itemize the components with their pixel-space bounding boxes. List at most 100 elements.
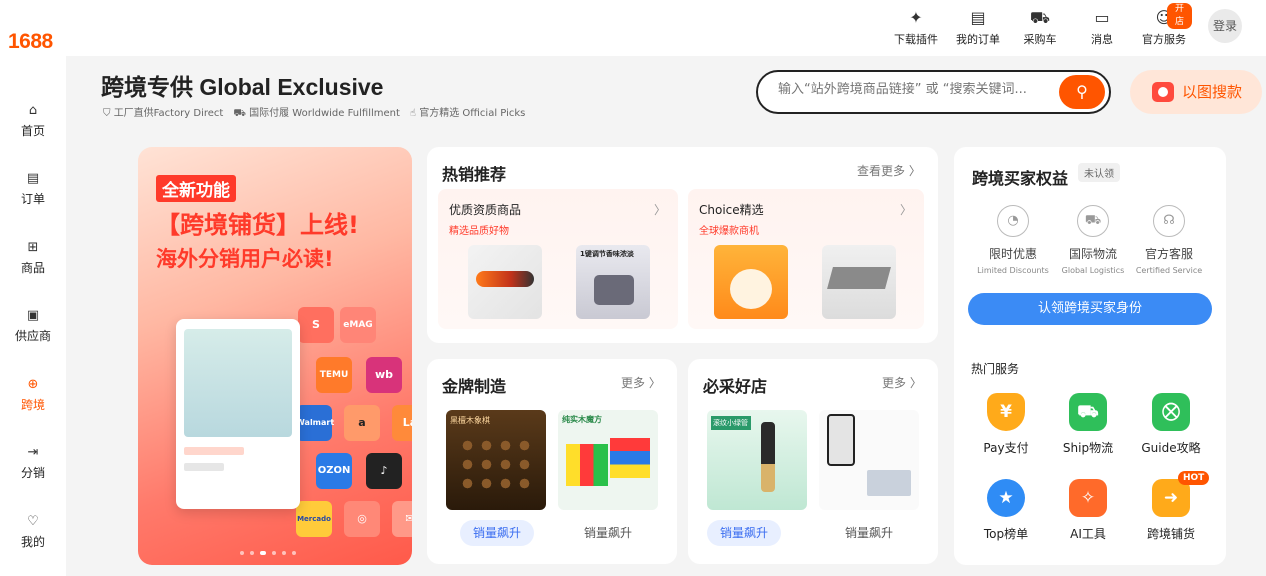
topbar-label: 消息 (1091, 33, 1113, 46)
sidebar-item-distribution[interactable]: ⇥ 分销 (0, 445, 66, 481)
service-pay[interactable]: ¥ Pay支付 (966, 393, 1046, 456)
carousel-dot[interactable] (282, 551, 286, 555)
site-logo[interactable]: 1688 (8, 30, 53, 54)
rubiks-cube-image[interactable]: 纯实木魔方 (558, 410, 658, 510)
sidebar-item-label: 跨境 (20, 398, 45, 412)
guide-cart-icon: ⛒ (1152, 393, 1190, 431)
headset-icon: ☊ (1153, 205, 1185, 237)
tag-label: 官方精选 Official Picks (419, 108, 526, 119)
profile-icon: ♡ (27, 514, 39, 529)
view-more-link[interactable]: 查看更多 〉 (857, 162, 921, 179)
shops-title: 必采好店 (703, 377, 768, 396)
benefit-service[interactable]: ☊ 官方客服 Certified Service (1127, 205, 1211, 275)
platform-logo-tile: ◎ (344, 501, 380, 537)
sunglasses-image[interactable] (468, 245, 542, 319)
cube-shape (566, 444, 608, 486)
sub-title: Choice精选 (699, 203, 764, 217)
search-input[interactable] (778, 82, 1048, 97)
banner-subheadline: 海外分销用户必读! (156, 247, 334, 271)
more-label: 更多 (882, 376, 907, 390)
walmart-logo-tile: Walmart (296, 405, 334, 441)
my-orders-button[interactable]: ▤ 我的订单 (950, 8, 1006, 47)
mercado-logo-tile: Mercado (296, 501, 332, 537)
carousel-dot[interactable] (250, 551, 254, 555)
topbar-label: 下载插件 (894, 33, 938, 46)
carousel-dot[interactable] (292, 551, 296, 555)
benefit-label: 限时优惠 (988, 247, 1037, 261)
sidebar-item-products[interactable]: ⊞ 商品 (0, 240, 66, 276)
choice-picks-card[interactable]: Choice精选 全球爆款商机 〉 (688, 189, 924, 329)
emag-logo-tile: eMAG (340, 307, 376, 343)
sidebar-item-orders[interactable]: ▤ 订单 (0, 171, 66, 207)
unclaimed-badge: 未认领 (1078, 163, 1120, 182)
wildberries-logo-tile: wb (366, 357, 402, 393)
chevron-right-icon: 〉 (900, 203, 913, 217)
topbar-label: 我的订单 (956, 33, 1000, 46)
topbar-label: 官方服务 (1142, 33, 1186, 46)
open-shop-badge[interactable]: 开店 (1167, 3, 1192, 29)
service-distribution[interactable]: ➜ HOT 跨境铺货 (1131, 471, 1211, 542)
hot-services-title: 热门服务 (971, 362, 1020, 376)
yen-shield-icon: ¥ (987, 393, 1025, 431)
product-caption: 滚纹小绿管 (711, 416, 751, 430)
search-button[interactable]: ⚲ (1059, 75, 1105, 109)
grill-image[interactable] (822, 245, 896, 319)
sales-surge-badge[interactable]: 销量飙升 (832, 520, 906, 546)
service-guide[interactable]: ⛒ Guide攻略 (1131, 393, 1211, 456)
gold-title: 金牌制造 (442, 377, 507, 396)
sidebar-item-suppliers[interactable]: ▣ 供应商 (0, 308, 66, 344)
official-service-button[interactable]: ☺ 开店 官方服务 (1136, 3, 1192, 47)
grid-icon: ⊞ (27, 240, 39, 255)
claim-identity-button[interactable]: 认领跨境买家身份 (968, 293, 1212, 325)
tag-label: 工厂直供Factory Direct (113, 108, 224, 119)
camera-icon (1152, 82, 1174, 102)
ship-truck-icon: ⛟ (1069, 393, 1107, 431)
device-shape (594, 275, 634, 305)
sales-surge-badge[interactable]: 销量飙升 (460, 520, 534, 546)
tube-shape (761, 422, 775, 492)
sidebar-item-label: 商品 (20, 261, 45, 275)
factory-direct-tag: ⛉ 工厂直供Factory Direct (103, 108, 224, 119)
service-ship[interactable]: ⛟ Ship物流 (1048, 393, 1128, 456)
cart-button[interactable]: ⛟ 采购车 (1012, 8, 1068, 47)
plush-shape (730, 269, 772, 309)
sales-surge-badge[interactable]: 销量飙升 (707, 520, 781, 546)
carousel-dots[interactable] (240, 551, 296, 555)
benefit-discounts[interactable]: ◔ 限时优惠 Limited Discounts (971, 205, 1055, 275)
hot-recommend-panel: 热销推荐 查看更多 〉 优质资质商品 精选品质好物 〉 1键调节香味浓淡 Cho… (427, 147, 938, 343)
service-top[interactable]: ★ Top榜单 (966, 479, 1046, 542)
messages-button[interactable]: ▭ 消息 (1074, 8, 1130, 47)
platform-logo-tile: ✉ (392, 501, 412, 537)
topbar-label: 采购车 (1023, 33, 1057, 46)
sidebar-item-label: 供应商 (14, 329, 51, 343)
carousel-dot[interactable] (260, 551, 266, 555)
image-search-button[interactable]: 以图搜款 (1130, 70, 1262, 114)
skincare-tube-image[interactable]: 滚纹小绿管 (707, 410, 807, 510)
quality-products-card[interactable]: 优质资质商品 精选品质好物 〉 1键调节香味浓淡 (438, 189, 678, 329)
chevron-right-icon: 〉 (908, 164, 921, 178)
phone-holder-image[interactable] (819, 410, 919, 510)
sidebar-item-label: 分销 (20, 466, 45, 480)
more-label: 更多 (621, 376, 646, 390)
placeholder-line (184, 463, 224, 471)
laptop-shape (867, 470, 911, 496)
benefit-logistics[interactable]: ⛟ 国际物流 Global Logistics (1051, 205, 1135, 275)
login-button[interactable]: 登录 (1208, 9, 1242, 43)
chess-set-image[interactable]: 黑檀木象棋 (446, 410, 546, 510)
sidebar-item-crossborder[interactable]: ⊕ 跨境 (0, 377, 66, 413)
banner-tag: 全新功能 (156, 175, 236, 202)
service-ai[interactable]: ✧ AI工具 (1048, 479, 1128, 542)
plush-toy-image[interactable] (714, 245, 788, 319)
carousel-dot[interactable] (240, 551, 244, 555)
more-link[interactable]: 更多 〉 (621, 374, 661, 391)
download-plugin-button[interactable]: ✦ 下载插件 (888, 8, 944, 47)
more-link[interactable]: 更多 〉 (882, 374, 922, 391)
promo-banner[interactable]: 全新功能 【跨境铺货】上线! 海外分销用户必读! S eMAG TEMU wb … (138, 147, 412, 565)
good-shops-panel: 必采好店 更多 〉 滚纹小绿管 销量飙升 销量飙升 (688, 359, 938, 564)
sidebar-item-mine[interactable]: ♡ 我的 (0, 514, 66, 550)
carousel-dot[interactable] (272, 551, 276, 555)
sidebar-item-home[interactable]: ⌂ 首页 (0, 103, 66, 139)
cart-icon: ⛟ (1029, 8, 1051, 27)
sales-surge-badge[interactable]: 销量飙升 (571, 520, 645, 546)
car-fragrance-image[interactable]: 1键调节香味浓淡 (576, 245, 650, 319)
